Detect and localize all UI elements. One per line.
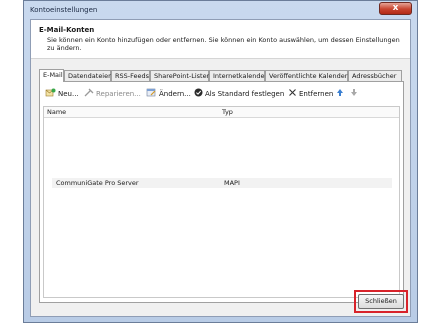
account-name: CommuniGate Pro Server [56,179,139,187]
window-close-button[interactable]: x [379,2,412,15]
tab-sharepoint-lists[interactable]: SharePoint-Listen [150,70,211,81]
move-down-icon [350,88,358,100]
move-down-button[interactable] [350,88,360,100]
tab-internet-calendars[interactable]: Internetkalender [209,70,267,81]
default-check-icon [194,88,203,100]
column-type-header[interactable]: Typ [222,108,233,116]
window-title: Kontoeinstellungen [30,6,98,14]
repair-icon [84,88,94,100]
dialog-content: E-Mail-Konten Sie können ein Konto hinzu… [30,19,411,317]
remove-x-icon [288,88,297,100]
move-up-icon [336,88,344,100]
set-default-button[interactable]: Als Standard festlegen [194,88,284,100]
dialog-header: E-Mail-Konten Sie können ein Konto hinzu… [31,20,410,59]
close-icon: x [392,3,399,13]
repair-button[interactable]: Reparieren... [84,88,141,100]
title-bar[interactable]: Kontoeinstellungen x [24,1,417,19]
change-button[interactable]: Ändern... [146,88,191,100]
change-icon [146,88,157,100]
list-header: Name Typ [44,107,399,118]
remove-button[interactable]: Entfernen [288,88,333,100]
tab-rss-feeds[interactable]: RSS-Feeds [111,70,150,81]
tab-published-calendars[interactable]: Veröffentlichte Kalender [265,70,348,81]
table-row[interactable]: CommuniGate Pro Server MAPI [52,178,392,188]
section-title: E-Mail-Konten [39,26,95,34]
account-settings-window: Kontoeinstellungen x E-Mail-Konten Sie k… [23,0,418,323]
new-button[interactable]: Neu... [45,88,79,100]
email-tab-panel: Neu... Reparieren... Ändern... Als Stand… [39,81,404,303]
account-type: MAPI [224,179,240,187]
tab-data-files[interactable]: Datendateien [64,70,112,81]
tab-address-books[interactable]: Adressbücher [348,70,402,81]
move-up-button[interactable] [336,88,346,100]
section-description: Sie können ein Konto hinzufügen oder ent… [47,36,400,52]
close-dialog-button[interactable]: Schließen [358,294,404,309]
tab-email[interactable]: E-Mail [39,69,64,82]
new-account-icon [45,88,56,100]
accounts-list[interactable]: Name Typ CommuniGate Pro Server MAPI [43,106,400,298]
column-name-header[interactable]: Name [47,108,66,116]
